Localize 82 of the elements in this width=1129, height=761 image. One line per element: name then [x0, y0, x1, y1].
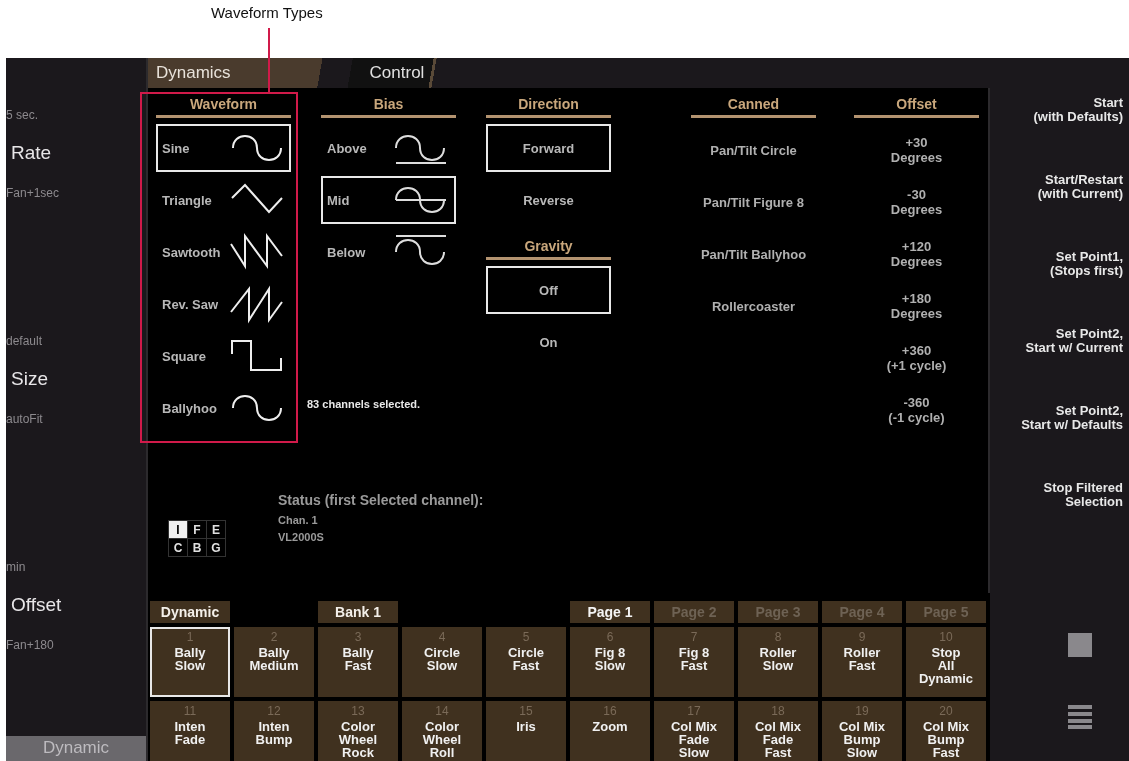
canned-option[interactable]: Pan/Tilt Ballyhoo — [691, 228, 816, 280]
status-flag: I — [169, 521, 187, 538]
action-button[interactable]: Start/Restart (with Current) — [990, 173, 1123, 250]
column-heading: Waveform — [156, 96, 291, 118]
waveform-option[interactable]: Sine — [156, 124, 291, 172]
canned-option[interactable]: Pan/Tilt Figure 8 — [691, 176, 816, 228]
action-button[interactable]: Set Point2, Start w/ Defaults — [990, 404, 1123, 481]
preset-button[interactable]: 11 Inten Fade — [150, 701, 230, 761]
preset-button[interactable]: 10 Stop All Dynamic — [906, 627, 986, 697]
preset-button[interactable]: 5 Circle Fast — [486, 627, 566, 697]
column-heading: Offset — [854, 96, 979, 118]
bias-option[interactable]: Mid — [321, 176, 456, 224]
column-heading: Bias — [321, 96, 456, 118]
parameter-title: Offset — [11, 593, 63, 616]
gravity-option[interactable]: On — [486, 318, 611, 366]
status-flag: F — [188, 521, 206, 538]
offset-option[interactable]: +360 (+1 cycle) — [854, 332, 979, 384]
offset-option[interactable]: +180 Degrees — [854, 280, 979, 332]
tab[interactable]: Control — [348, 58, 438, 88]
preset-button[interactable]: 18 Col Mix Fade Fast — [738, 701, 818, 761]
bias-option[interactable]: Above — [321, 124, 456, 172]
preset-button[interactable]: 20 Col Mix Bump Fast — [906, 701, 986, 761]
preset-button[interactable]: 2 Bally Medium — [234, 627, 314, 697]
column-heading: Direction — [486, 96, 611, 118]
status-title: Status (first Selected channel): — [278, 492, 484, 508]
waveform-option[interactable]: Square — [156, 332, 291, 380]
preset-button[interactable]: 8 Roller Slow — [738, 627, 818, 697]
revsaw-wave-icon — [229, 284, 285, 324]
annotation-label: Waveform Types — [211, 4, 323, 21]
preset-button[interactable]: 16 Zoom — [570, 701, 650, 761]
canned-option[interactable]: Pan/Tilt Circle — [691, 124, 816, 176]
action-button[interactable]: Set Point1, (Stops first) — [990, 250, 1123, 327]
preset-button[interactable]: 4 Circle Slow — [402, 627, 482, 697]
preset-button[interactable]: 13 Color Wheel Rock — [318, 701, 398, 761]
square-icon[interactable] — [1067, 633, 1092, 657]
direction-option[interactable]: Reverse — [486, 176, 611, 224]
waveform-option[interactable]: Rev. Saw — [156, 280, 291, 328]
parameter-value: min — [6, 559, 27, 574]
leader-line — [268, 28, 270, 92]
status-flag: B — [188, 539, 206, 556]
bank-label: Bank 1 — [318, 601, 398, 623]
waveform-option[interactable]: Sawtooth — [156, 228, 291, 276]
direction-option[interactable]: Forward — [486, 124, 611, 172]
parameter-title: Size — [11, 367, 49, 390]
parameter-value: autoFit — [6, 411, 44, 426]
status-flag: E — [207, 521, 225, 538]
selection-note: 83 channels selected. — [307, 398, 422, 410]
preset-button[interactable]: 19 Col Mix Bump Slow — [822, 701, 902, 761]
mode-label: Dynamic — [150, 601, 230, 623]
parameter-value: Fan+1sec — [6, 186, 61, 200]
preset-button[interactable]: 3 Bally Fast — [318, 627, 398, 697]
waveform-option[interactable]: Ballyhoo — [156, 384, 291, 432]
offset-option[interactable]: -30 Degrees — [854, 176, 979, 228]
page-tab[interactable]: Page 1 — [570, 601, 650, 623]
status-flag: C — [169, 539, 187, 556]
preset-button[interactable]: 7 Fig 8 Fast — [654, 627, 734, 697]
sawtooth-wave-icon — [229, 232, 285, 272]
parameter-value: 5 sec. — [6, 108, 39, 122]
status-flag: G — [207, 539, 225, 556]
column-heading: Gravity — [486, 238, 611, 260]
preset-button[interactable]: 12 Inten Bump — [234, 701, 314, 761]
preset-button[interactable]: 1 Bally Slow — [150, 627, 230, 697]
column-heading: Canned — [691, 96, 816, 118]
offset-option[interactable]: -360 (-1 cycle) — [854, 384, 979, 436]
canned-option[interactable]: Rollercoaster — [691, 280, 816, 332]
preset-button[interactable]: 17 Col Mix Fade Slow — [654, 701, 734, 761]
preset-button[interactable]: 15 Iris — [486, 701, 566, 761]
action-button[interactable]: Stop Filtered Selection — [990, 481, 1123, 558]
status-line: Chan. 1 — [278, 514, 319, 526]
list-icon[interactable] — [1067, 705, 1092, 729]
action-button[interactable]: Set Point2, Start w/ Current — [990, 327, 1123, 404]
parameter-value: Fan+180 — [6, 637, 55, 652]
status-line: VL2000S — [278, 531, 325, 543]
bias-option[interactable]: Below — [321, 228, 456, 276]
preset-button[interactable]: 14 Color Wheel Roll — [402, 701, 482, 761]
offset-option[interactable]: +120 Degrees — [854, 228, 979, 280]
parameter-value: default — [6, 333, 44, 348]
waveform-option[interactable]: Triangle — [156, 176, 291, 224]
action-button[interactable]: Start (with Defaults) — [990, 96, 1123, 173]
gravity-option[interactable]: Off — [486, 266, 611, 314]
parameter-title: Rate — [11, 142, 53, 164]
offset-option[interactable]: +30 Degrees — [854, 124, 979, 176]
